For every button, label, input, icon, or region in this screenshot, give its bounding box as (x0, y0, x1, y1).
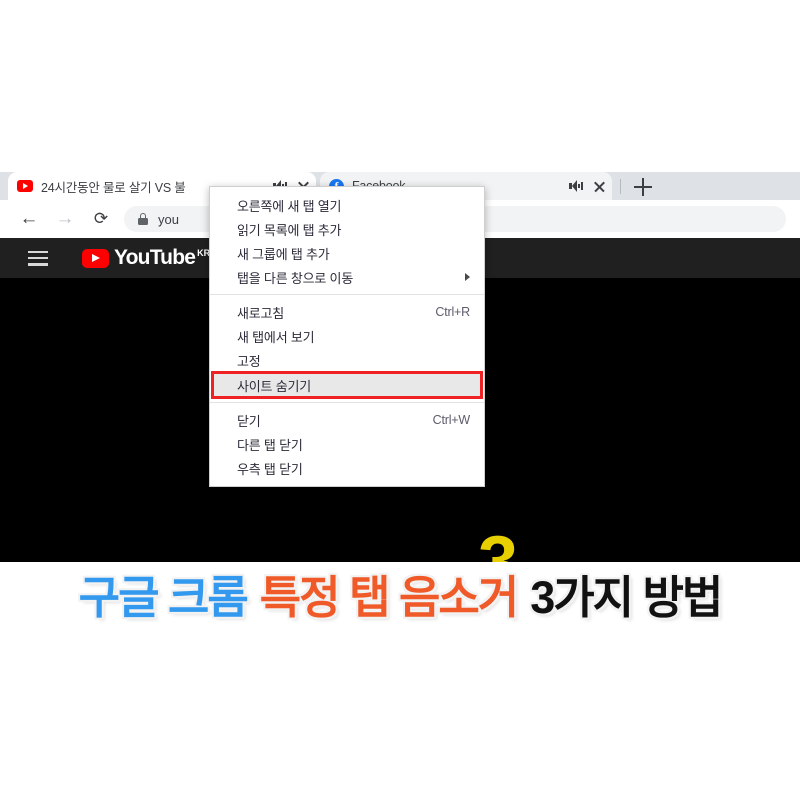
menu-item-shortcut: Ctrl+R (435, 305, 470, 319)
screenshot-canvas: 24시간동안 물로 살기 VS 불 f Facebook ← → (0, 0, 800, 800)
forward-button[interactable]: → (50, 204, 80, 234)
back-button[interactable]: ← (14, 204, 44, 234)
caption-part-2: 특정 탭 음소거 (259, 571, 519, 623)
tab-divider (620, 179, 621, 194)
menu-separator (210, 402, 484, 403)
menu-item-label: 고정 (237, 353, 261, 369)
menu-item-close[interactable]: 닫기 Ctrl+W (210, 408, 484, 432)
new-tab-button[interactable] (632, 176, 654, 198)
menu-separator (210, 294, 484, 295)
menu-item-add-to-reading-list[interactable]: 읽기 목록에 탭 추가 (210, 217, 484, 241)
menu-item-mute-site[interactable]: 사이트 숨기기 (211, 371, 483, 399)
menu-item-pin[interactable]: 고정 (210, 348, 484, 372)
reload-button[interactable]: ⟳ (86, 204, 116, 234)
caption-part-3: 3가지 방법 (530, 571, 723, 623)
menu-item-label: 새로고침 (237, 305, 285, 321)
tab-context-menu: 오른쪽에 새 탭 열기 읽기 목록에 탭 추가 새 그룹에 탭 추가 탭을 다른… (209, 186, 485, 487)
menu-item-label: 사이트 숨기기 (237, 378, 311, 394)
menu-item-label: 우측 탭 닫기 (237, 461, 303, 477)
youtube-play-icon (82, 249, 109, 268)
speaker-icon[interactable] (569, 179, 583, 193)
menu-item-label: 닫기 (237, 413, 261, 429)
youtube-logo-text: YouTube (114, 246, 196, 269)
menu-item-open-new-tab-right[interactable]: 오른쪽에 새 탭 열기 (210, 193, 484, 217)
hamburger-icon[interactable] (28, 250, 48, 266)
lock-icon (138, 213, 148, 225)
caption-part-1: 구글 크롬 (78, 571, 249, 623)
youtube-favicon-icon (17, 180, 33, 192)
menu-item-reload[interactable]: 새로고침 Ctrl+R (210, 300, 484, 324)
menu-item-close-tabs-to-right[interactable]: 우측 탭 닫기 (210, 456, 484, 480)
menu-item-label: 읽기 목록에 탭 추가 (237, 222, 342, 238)
tab-facebook-controls (569, 179, 606, 193)
menu-item-shortcut: Ctrl+W (432, 413, 471, 427)
menu-item-label: 탭을 다른 창으로 이동 (237, 270, 354, 286)
address-bar-url: you (158, 211, 179, 227)
youtube-logo[interactable]: YouTube KR (82, 246, 210, 270)
menu-item-label: 새 그룹에 탭 추가 (237, 246, 330, 262)
menu-item-add-to-new-group[interactable]: 새 그룹에 탭 추가 (210, 241, 484, 265)
menu-item-label: 다른 탭 닫기 (237, 437, 303, 453)
menu-item-open-in-new-tab[interactable]: 새 탭에서 보기 (210, 324, 484, 348)
caption-banner: 구글 크롬 특정 탭 음소거 3가지 방법 (0, 566, 800, 628)
menu-item-label: 오른쪽에 새 탭 열기 (237, 198, 342, 214)
overlay-number: 3 (478, 522, 519, 562)
menu-item-label: 새 탭에서 보기 (237, 329, 315, 345)
menu-item-move-tab-to-window[interactable]: 탭을 다른 창으로 이동 (210, 265, 484, 289)
chevron-right-icon (465, 273, 470, 281)
menu-item-close-other-tabs[interactable]: 다른 탭 닫기 (210, 432, 484, 456)
close-icon[interactable] (593, 180, 606, 193)
